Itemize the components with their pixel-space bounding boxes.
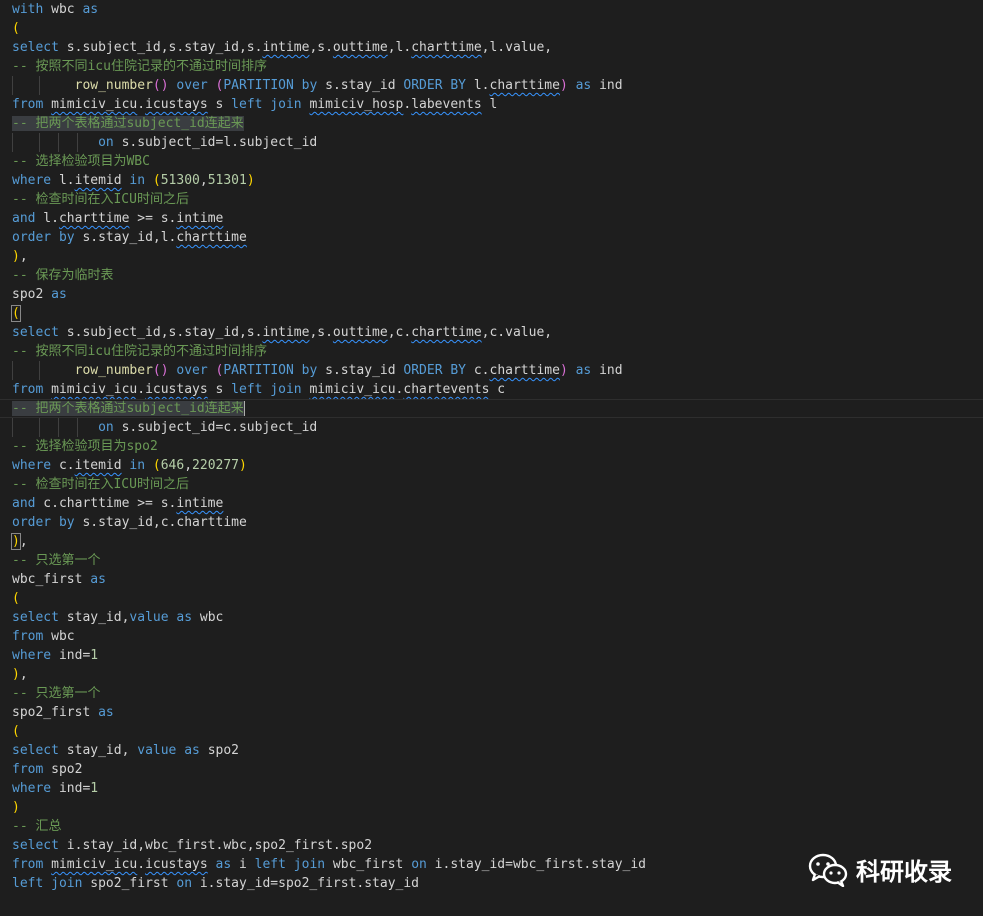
code-line-13[interactable]: order by s.stay_id,l.charttime — [0, 228, 983, 247]
code-line-1[interactable]: with wbc as — [0, 0, 983, 19]
code-line-29[interactable]: ), — [0, 532, 983, 551]
code-line-35[interactable]: where ind=1 — [0, 646, 983, 665]
code-line-4[interactable]: -- 按照不同icu住院记录的不通过时间排序 — [0, 57, 983, 76]
code-line-17[interactable]: ( — [0, 304, 983, 323]
code-line-25[interactable]: where c.itemid in (646,220277) — [0, 456, 983, 475]
code-line-18[interactable]: select s.subject_id,s.stay_id,s.intime,s… — [0, 323, 983, 342]
code-line-28[interactable]: order by s.stay_id,c.charttime — [0, 513, 983, 532]
code-line-6[interactable]: from mimiciv_icu.icustays s left join mi… — [0, 95, 983, 114]
code-line-19[interactable]: -- 按照不同icu住院记录的不通过时间排序 — [0, 342, 983, 361]
code-line-30[interactable]: -- 只选第一个 — [0, 551, 983, 570]
code-line-23[interactable]: on s.subject_id=c.subject_id — [0, 418, 983, 437]
code-line-31[interactable]: wbc_first as — [0, 570, 983, 589]
code-line-44[interactable]: -- 汇总 — [0, 817, 983, 836]
watermark-text: 科研收录 — [856, 858, 952, 886]
code-line-41[interactable]: from spo2 — [0, 760, 983, 779]
code-line-3[interactable]: select s.subject_id,s.stay_id,s.intime,s… — [0, 38, 983, 57]
code-line-24[interactable]: -- 选择检验项目为spo2 — [0, 437, 983, 456]
code-line-34[interactable]: from wbc — [0, 627, 983, 646]
code-line-26[interactable]: -- 检查时间在入ICU时间之后 — [0, 475, 983, 494]
code-line-33[interactable]: select stay_id,value as wbc — [0, 608, 983, 627]
code-line-39[interactable]: ( — [0, 722, 983, 741]
code-line-10[interactable]: where l.itemid in (51300,51301) — [0, 171, 983, 190]
code-line-27[interactable]: and c.charttime >= s.intime — [0, 494, 983, 513]
code-line-5[interactable]: row_number() over (PARTITION by s.stay_i… — [0, 76, 983, 95]
code-line-7[interactable]: -- 把两个表格通过subject_id连起来 — [0, 114, 983, 133]
code-line-16[interactable]: spo2 as — [0, 285, 983, 304]
code-line-20[interactable]: row_number() over (PARTITION by s.stay_i… — [0, 361, 983, 380]
code-line-22-current[interactable]: -- 把两个表格通过subject_id连起来 — [0, 399, 983, 418]
code-line-38[interactable]: spo2_first as — [0, 703, 983, 722]
code-line-2[interactable]: ( — [0, 19, 983, 38]
code-line-14[interactable]: ), — [0, 247, 983, 266]
watermark: 科研收录 — [808, 852, 952, 887]
code-line-36[interactable]: ), — [0, 665, 983, 684]
code-line-9[interactable]: -- 选择检验项目为WBC — [0, 152, 983, 171]
code-line-43[interactable]: ) — [0, 798, 983, 817]
code-line-15[interactable]: -- 保存为临时表 — [0, 266, 983, 285]
code-line-42[interactable]: where ind=1 — [0, 779, 983, 798]
wechat-icon — [808, 853, 848, 887]
code-editor[interactable]: with wbc as ( select s.subject_id,s.stay… — [0, 0, 983, 893]
code-line-37[interactable]: -- 只选第一个 — [0, 684, 983, 703]
code-line-40[interactable]: select stay_id, value as spo2 — [0, 741, 983, 760]
code-line-8[interactable]: on s.subject_id=l.subject_id — [0, 133, 983, 152]
code-line-12[interactable]: and l.charttime >= s.intime — [0, 209, 983, 228]
code-line-32[interactable]: ( — [0, 589, 983, 608]
code-line-21[interactable]: from mimiciv_icu.icustays s left join mi… — [0, 380, 983, 399]
code-line-11[interactable]: -- 检查时间在入ICU时间之后 — [0, 190, 983, 209]
